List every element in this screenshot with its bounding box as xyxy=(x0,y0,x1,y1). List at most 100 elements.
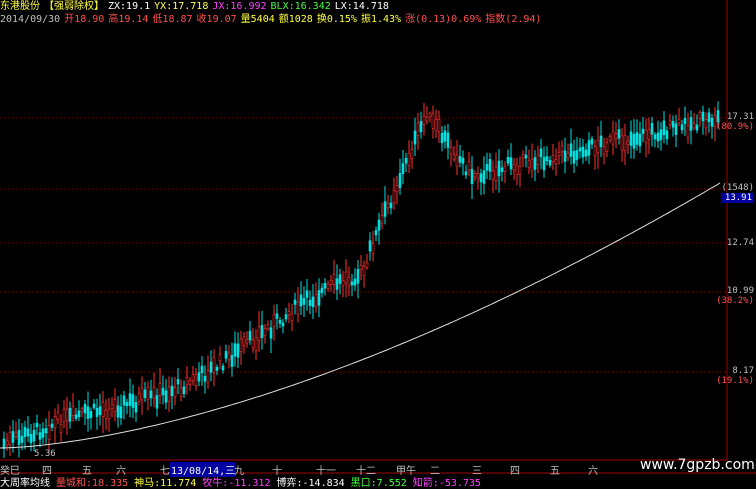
candle-body xyxy=(2,438,6,449)
candle-body xyxy=(701,111,705,122)
candle-body xyxy=(611,131,615,145)
candle-body xyxy=(149,390,153,399)
candle-body xyxy=(482,170,486,184)
candle-body xyxy=(473,173,477,178)
lx-value: LX:14.718 xyxy=(334,1,389,12)
candle-body xyxy=(389,202,393,209)
candle-body xyxy=(143,389,147,399)
low-value: 低18.87 xyxy=(152,14,193,25)
candle-body xyxy=(203,375,207,382)
candle-body xyxy=(80,408,84,413)
candle-body xyxy=(314,293,318,307)
candle-body xyxy=(632,133,636,149)
mode-label[interactable]: 【强弱除权】 xyxy=(44,1,104,12)
candle-body xyxy=(68,408,72,422)
candle-body xyxy=(434,119,438,131)
zx-value: ZX:19.1 xyxy=(108,1,151,12)
candle-body xyxy=(674,123,678,135)
y-label-1: (1548) 13.91 xyxy=(721,183,754,203)
candle-body xyxy=(344,271,348,284)
candle-body xyxy=(524,154,528,159)
candle-body xyxy=(695,124,699,131)
candle-body xyxy=(506,157,510,164)
indicator-l4: 博弈:-14.834 xyxy=(276,478,345,489)
index-value: 指数(2.94) xyxy=(485,14,542,25)
candle-body xyxy=(224,351,228,359)
candle-body xyxy=(281,322,285,327)
candle-body xyxy=(608,136,612,141)
x-tick-15: 六 xyxy=(588,466,598,477)
candle-body xyxy=(50,423,54,428)
candle-body xyxy=(125,402,129,407)
candle-body xyxy=(302,298,306,305)
candle-body xyxy=(665,130,669,140)
candle-body xyxy=(686,125,690,138)
candle-body xyxy=(659,129,663,141)
candle-body xyxy=(557,152,561,156)
kline-chart[interactable] xyxy=(0,0,756,487)
candle-body xyxy=(422,115,426,125)
candle-body xyxy=(359,264,363,271)
candle-body xyxy=(200,365,204,374)
high-value: 高19.14 xyxy=(108,14,149,25)
indicator-l5: 黑口:7.552 xyxy=(350,478,407,489)
candle-body xyxy=(500,167,504,173)
watermark: www.7gpzb.com xyxy=(640,457,755,473)
candle-body xyxy=(530,158,534,172)
close-value: 收19.07 xyxy=(196,14,237,25)
candle-body xyxy=(98,406,102,416)
candle-body xyxy=(377,219,381,231)
candle-body xyxy=(131,394,135,408)
candle-body xyxy=(710,117,714,127)
open-value: 开18.90 xyxy=(64,14,105,25)
candle-body xyxy=(647,129,651,140)
candle-body xyxy=(215,366,219,371)
candle-body xyxy=(278,319,282,324)
ma-line-longest xyxy=(0,182,721,449)
candle-body xyxy=(176,379,180,385)
candle-body xyxy=(218,354,222,362)
candle-body xyxy=(479,173,483,183)
candle-body xyxy=(179,387,183,397)
candle-body xyxy=(536,154,540,165)
candle-body xyxy=(236,343,240,358)
candle-body xyxy=(680,124,684,131)
candle-body xyxy=(320,287,324,294)
stock-name[interactable]: 东港股份 xyxy=(0,1,40,12)
candle-body xyxy=(11,431,15,443)
candle-body xyxy=(182,386,186,395)
candle-body xyxy=(293,299,297,305)
indicator-l2: 神马:11.774 xyxy=(134,478,197,489)
candle-body xyxy=(620,135,624,151)
candle-body xyxy=(509,157,513,170)
candle-body xyxy=(5,440,9,446)
candle-body xyxy=(383,201,387,217)
candle-body xyxy=(350,281,354,286)
candle-body xyxy=(65,408,69,421)
candle-body xyxy=(368,240,372,252)
candle-body xyxy=(512,164,516,171)
candle-body xyxy=(290,313,294,321)
candle-body xyxy=(689,117,693,131)
candle-body xyxy=(83,404,87,414)
candle-body xyxy=(485,164,489,171)
candle-body xyxy=(206,370,210,383)
candle-body xyxy=(392,190,396,204)
candle-body xyxy=(296,301,300,315)
candle-body xyxy=(86,406,90,419)
candle-body xyxy=(398,173,402,188)
candle-body xyxy=(419,120,423,133)
candle-body xyxy=(122,395,126,406)
candle-body xyxy=(629,131,633,146)
indicator-l6: 知箭:-53.735 xyxy=(412,478,481,489)
indicator-title[interactable]: 大周率均线 xyxy=(0,478,50,489)
moving-averages xyxy=(0,182,721,449)
candle-body xyxy=(416,122,420,136)
candle-body xyxy=(326,284,330,289)
jx-value: JX:16.992 xyxy=(212,1,267,12)
candle-body xyxy=(521,154,525,159)
candle-body xyxy=(374,230,378,236)
candle-body xyxy=(23,426,27,438)
candle-body xyxy=(533,157,537,170)
candle-body xyxy=(233,343,237,357)
